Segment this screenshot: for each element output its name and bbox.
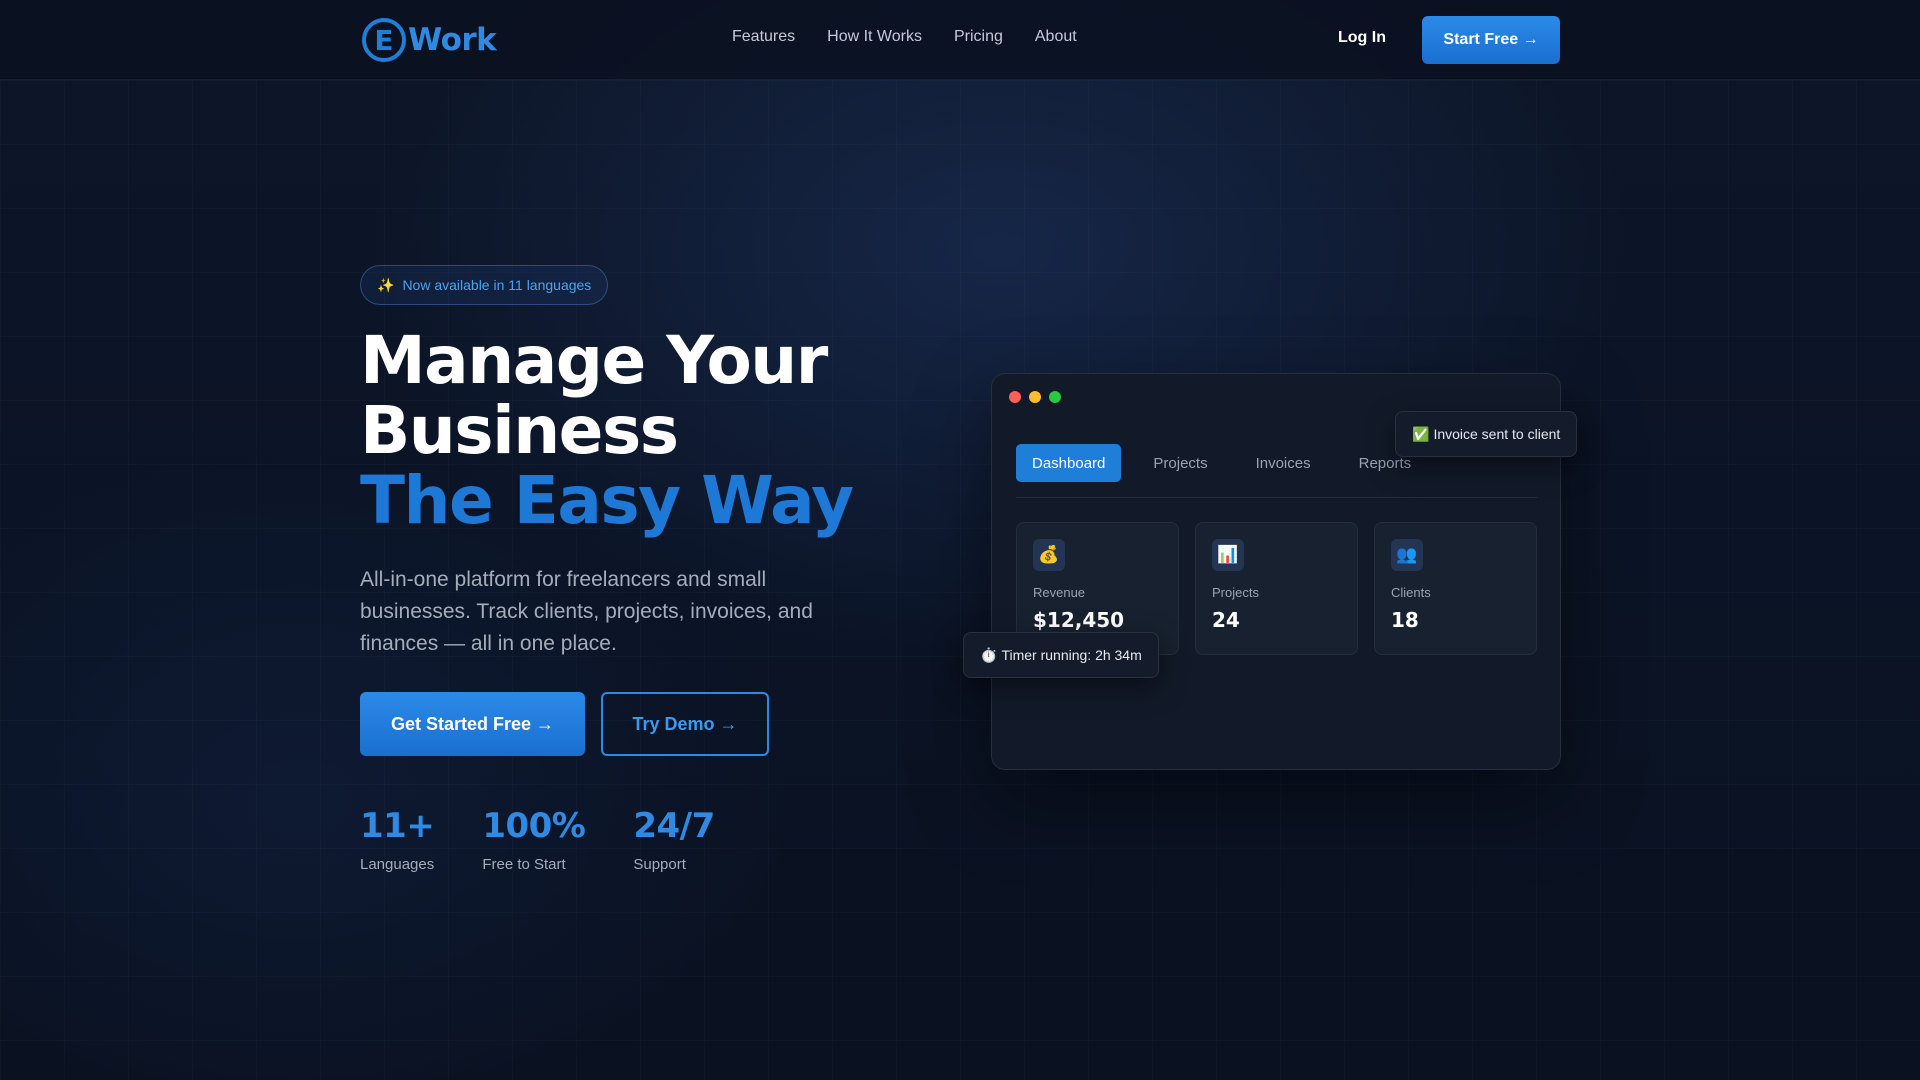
stopwatch-icon: ⏱️ (980, 646, 998, 663)
minimize-dot-icon (1029, 391, 1041, 403)
sparkles-icon: ✨ (377, 276, 395, 293)
hero-title-accent: The Easy Way (360, 462, 854, 539)
stat-value: 100% (482, 806, 586, 846)
hero-title-line-2: Business (360, 392, 679, 469)
hero-title: Manage Your Business The Easy Way (360, 322, 854, 539)
stat-support: 24/7 Support (633, 806, 715, 873)
window-controls (1009, 391, 1061, 403)
top-navbar: E Work Features How It Works Pricing Abo… (0, 0, 1920, 80)
checkmark-icon: ✅ (1412, 425, 1430, 442)
timer-notification: ⏱️ Timer running: 2h 34m (963, 632, 1159, 678)
stat-value: 24/7 (633, 806, 715, 846)
projects-card: 📊 Projects 24 (1195, 522, 1358, 655)
nav-link-features[interactable]: Features (732, 28, 795, 46)
tabs-divider (1016, 497, 1538, 498)
clients-card: 👥 Clients 18 (1374, 522, 1537, 655)
logo-mark-icon: E (362, 18, 406, 62)
login-link[interactable]: Log In (1338, 29, 1386, 47)
tab-invoices[interactable]: Invoices (1232, 444, 1335, 482)
card-value: 18 (1391, 608, 1419, 632)
get-started-free-button[interactable]: Get Started Free → (360, 692, 585, 756)
app-tabs: Dashboard Projects Invoices Reports (1016, 444, 1435, 482)
money-bag-icon: 💰 (1033, 539, 1065, 571)
stat-value: 11+ (360, 806, 435, 846)
users-icon: 👥 (1391, 539, 1423, 571)
start-free-button[interactable]: Start Free → (1422, 16, 1560, 64)
notification-text: Timer running: 2h 34m (1001, 647, 1142, 663)
stat-free: 100% Free to Start (482, 806, 586, 873)
card-label: Revenue (1033, 585, 1086, 600)
nav-link-how-it-works[interactable]: How It Works (827, 28, 922, 46)
hero-title-line-1: Manage Your (360, 322, 828, 399)
tab-dashboard[interactable]: Dashboard (1016, 444, 1122, 482)
stat-label: Languages (360, 856, 435, 873)
close-dot-icon (1009, 391, 1021, 403)
try-demo-button[interactable]: Try Demo → (601, 692, 769, 756)
bar-chart-icon: 📊 (1212, 539, 1244, 571)
card-label: Clients (1391, 585, 1431, 600)
logo-text: Work (408, 22, 497, 58)
maximize-dot-icon (1049, 391, 1061, 403)
brand-logo[interactable]: E Work (362, 16, 497, 64)
tab-projects[interactable]: Projects (1129, 444, 1231, 482)
logo-letter: E (374, 23, 394, 57)
grid-pattern (0, 80, 1920, 1080)
stat-label: Support (633, 856, 686, 873)
badge-text: Now available in 11 languages (402, 277, 592, 293)
stat-label: Free to Start (482, 856, 566, 873)
notification-text: Invoice sent to client (1433, 426, 1561, 442)
nav-links: Features How It Works Pricing About (732, 28, 1077, 46)
hero-stats: 11+ Languages 100% Free to Start 24/7 Su… (360, 806, 715, 873)
nav-link-pricing[interactable]: Pricing (954, 28, 1003, 46)
card-label: Projects (1212, 585, 1259, 600)
card-value: $12,450 (1033, 608, 1125, 632)
invoice-notification: ✅ Invoice sent to client (1395, 411, 1578, 457)
stat-languages: 11+ Languages (360, 806, 435, 873)
languages-badge: ✨ Now available in 11 languages (360, 265, 609, 305)
nav-link-about[interactable]: About (1035, 28, 1077, 46)
card-value: 24 (1212, 608, 1240, 632)
hero-subtitle: All-in-one platform for freelancers and … (360, 568, 813, 655)
